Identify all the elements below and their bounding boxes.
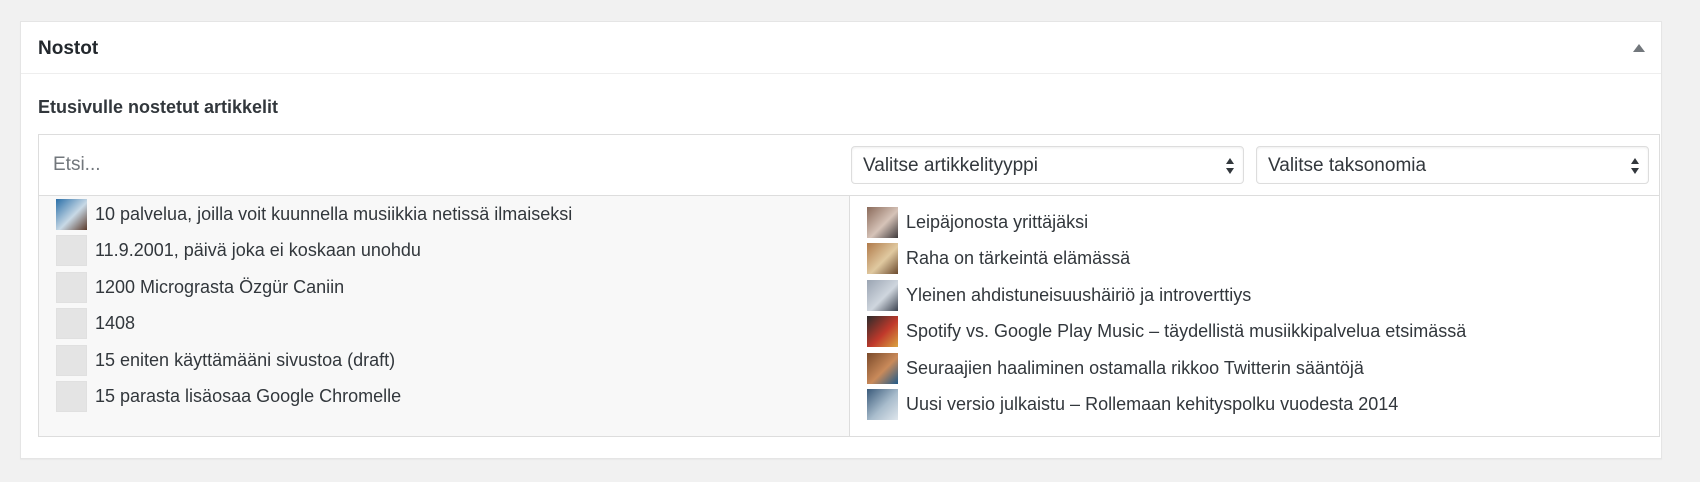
post-thumbnail: [56, 198, 87, 230]
collapse-toggle-button[interactable]: [1617, 22, 1661, 74]
list-item[interactable]: Uusi versio julkaistu – Rollemaan kehity…: [867, 389, 1398, 421]
metabox-title: Nostot: [38, 38, 99, 59]
thumbnail-placeholder: [56, 308, 87, 339]
post-thumbnail: [867, 279, 898, 311]
section-label: Etusivulle nostetut artikkelit: [38, 97, 279, 117]
list-item[interactable]: Leipäjonosta yrittäjäksi: [867, 206, 1088, 238]
list-item-label: 1408: [95, 313, 136, 333]
list-item-label: Uusi versio julkaistu – Rollemaan kehity…: [906, 394, 1399, 414]
nostot-metabox: Nostot Etusivulle nostetut artikkelit Va…: [20, 21, 1662, 459]
post-thumbnail: [867, 316, 898, 347]
list-item[interactable]: 1408: [56, 308, 135, 340]
post-type-select-value: Valitse artikkelityyppi: [863, 155, 1038, 176]
post-selector: Valitse artikkelityyppi Valitse taksonom…: [38, 134, 1660, 437]
list-item-label: Seuraajien haaliminen ostamalla rikkoo T…: [906, 357, 1364, 378]
list-item-label: 15 eniten käyttämääni sivustoa (draft): [95, 349, 396, 370]
list-item[interactable]: Yleinen ahdistuneisuushäiriö ja introver…: [867, 279, 1251, 311]
post-thumbnail: [867, 243, 898, 274]
thumbnail-placeholder: [56, 344, 87, 376]
selector-panes: 10 palvelua, joilla voit kuunnella musii…: [39, 196, 1659, 436]
metabox-header: Nostot: [21, 22, 1661, 74]
list-item-label: Spotify vs. Google Play Music – täydelli…: [906, 321, 1467, 341]
list-item-label: Yleinen ahdistuneisuushäiriö ja introver…: [906, 284, 1252, 305]
post-thumbnail: [867, 206, 898, 238]
list-item[interactable]: 15 parasta lisäosaa Google Chromelle: [56, 381, 401, 413]
taxonomy-select[interactable]: Valitse taksonomia: [1256, 146, 1649, 184]
list-item-label: 10 palvelua, joilla voit kuunnella musii…: [95, 203, 573, 224]
list-item-label: 15 parasta lisäosaa Google Chromelle: [95, 386, 402, 406]
updown-arrows-icon: [1225, 156, 1235, 181]
taxonomy-select-value: Valitse taksonomia: [1268, 155, 1427, 176]
search-input[interactable]: [39, 135, 851, 195]
list-item[interactable]: 10 palvelua, joilla voit kuunnella musii…: [56, 198, 572, 230]
post-type-select[interactable]: Valitse artikkelityyppi: [851, 146, 1244, 184]
list-item[interactable]: 11.9.2001, päivä joka ei koskaan unohdu: [56, 235, 421, 267]
thumbnail-placeholder: [56, 271, 87, 303]
selected-items-list[interactable]: Leipäjonosta yrittäjäksi Raha on tärkeint…: [850, 196, 1659, 436]
thumbnail-placeholder: [56, 235, 87, 266]
list-item-label: Raha on tärkeintä elämässä: [906, 248, 1131, 268]
post-thumbnail: [867, 389, 898, 420]
post-thumbnail: [867, 352, 898, 384]
available-items-list[interactable]: 10 palvelua, joilla voit kuunnella musii…: [39, 196, 850, 436]
list-item-label: 1200 Micrograsta Özgür Caniin: [95, 276, 345, 297]
list-item[interactable]: Spotify vs. Google Play Music – täydelli…: [867, 316, 1466, 348]
list-item[interactable]: Raha on tärkeintä elämässä: [867, 243, 1130, 275]
list-item[interactable]: Seuraajien haaliminen ostamalla rikkoo T…: [867, 352, 1364, 384]
updown-arrows-icon: [1630, 156, 1640, 181]
list-item[interactable]: 15 eniten käyttämääni sivustoa (draft): [56, 344, 395, 376]
triangle-up-icon: [1633, 44, 1645, 52]
list-item[interactable]: 1200 Micrograsta Özgür Caniin: [56, 271, 344, 303]
selector-toolbar: Valitse artikkelityyppi Valitse taksonom…: [39, 135, 1659, 196]
list-item-label: 11.9.2001, päivä joka ei koskaan unohdu: [95, 240, 421, 260]
thumbnail-placeholder: [56, 381, 87, 412]
list-item-label: Leipäjonosta yrittäjäksi: [906, 211, 1089, 232]
